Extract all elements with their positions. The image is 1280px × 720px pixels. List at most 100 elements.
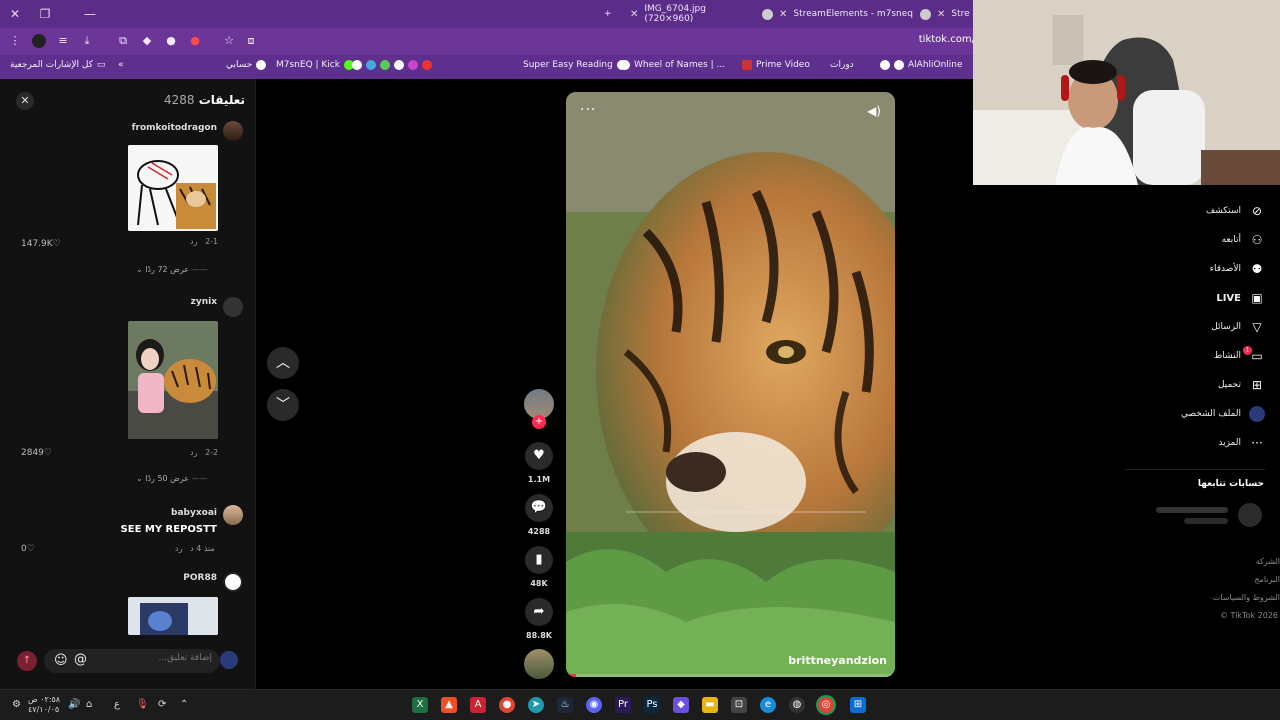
reply-button[interactable]: رد bbox=[190, 448, 197, 457]
extension-icon[interactable] bbox=[32, 34, 46, 48]
comment-username[interactable]: POR88 bbox=[183, 573, 217, 583]
extension-icon[interactable]: ● bbox=[188, 34, 202, 48]
comment-input[interactable] bbox=[112, 653, 212, 663]
music-disc-icon[interactable] bbox=[524, 649, 554, 679]
bookmark-account[interactable]: حسابي bbox=[226, 60, 267, 70]
brave-icon[interactable]: ▲ bbox=[441, 697, 457, 713]
footer-link-company[interactable]: الشركة bbox=[1256, 557, 1280, 566]
bookmark-alahli[interactable]: AlAhliOnline bbox=[880, 60, 963, 70]
next-video-button[interactable]: ﹀ bbox=[267, 389, 299, 421]
nav-explore[interactable]: ⊘ استكشف bbox=[1206, 203, 1265, 219]
volume-icon[interactable]: 🔊 bbox=[68, 699, 80, 710]
comment-username[interactable]: zynix bbox=[191, 297, 217, 307]
menu-dots-icon[interactable]: ⋮ bbox=[8, 34, 22, 48]
nav-messages[interactable]: ▽ الرسائل bbox=[1211, 319, 1265, 335]
star-icon[interactable]: ☆ bbox=[222, 34, 236, 48]
photoshop-icon[interactable]: Ps bbox=[644, 697, 660, 713]
extension-icon[interactable]: ● bbox=[164, 34, 178, 48]
minimize-window-icon[interactable]: — bbox=[75, 0, 105, 28]
video-progress-bar[interactable] bbox=[566, 674, 895, 677]
save-button[interactable]: ▮ bbox=[525, 546, 553, 574]
puzzle-icon[interactable]: ⧉ bbox=[116, 34, 130, 48]
sync-icon[interactable]: ⟳ bbox=[158, 699, 166, 710]
tune-icon[interactable]: ≡ bbox=[56, 34, 70, 48]
nav-friends[interactable]: ⚉ الأصدقاء bbox=[1210, 261, 1265, 277]
tab-close-icon[interactable]: ✕ bbox=[937, 9, 945, 20]
expand-bookmarks-icon[interactable]: « bbox=[118, 60, 124, 70]
video-author[interactable]: brittneyandzion bbox=[788, 654, 887, 667]
bookmark-courses[interactable]: دورات bbox=[830, 60, 854, 70]
share-button[interactable]: ➦ bbox=[525, 598, 553, 626]
file-explorer-icon[interactable]: ▬ bbox=[702, 697, 718, 713]
close-comments-button[interactable]: ✕ bbox=[16, 92, 34, 110]
system-clock[interactable]: ٠٢:٥٨ ص ٤٧/١٠/٠٥ bbox=[28, 695, 60, 715]
tab-image[interactable]: ✕ IMG_6704.jpg (720×960) bbox=[630, 3, 750, 25]
mention-icon[interactable]: @ bbox=[74, 652, 87, 667]
nav-upload[interactable]: ⊞ تحميل bbox=[1218, 377, 1265, 393]
app-icon[interactable]: ◍ bbox=[789, 697, 805, 713]
nav-more[interactable]: ··· المزيد bbox=[1218, 435, 1265, 451]
address-bar[interactable]: tiktok.com/ bbox=[919, 34, 975, 45]
comment-likes[interactable]: 147.9K♡ bbox=[21, 239, 61, 249]
comment-username[interactable]: babyxoai bbox=[171, 508, 217, 518]
tab-streamelements[interactable]: ✕ StreamElements - m7sneq bbox=[762, 3, 922, 25]
avatar[interactable] bbox=[223, 572, 243, 592]
comment-photo-image[interactable] bbox=[128, 597, 218, 635]
windows-start-icon[interactable]: ⊞ bbox=[850, 697, 866, 713]
avatar[interactable] bbox=[223, 297, 243, 317]
nav-live[interactable]: ▣ LIVE bbox=[1216, 290, 1265, 306]
comment-input-box[interactable]: ☺ @ bbox=[44, 649, 220, 673]
edge-icon[interactable]: e bbox=[760, 697, 776, 713]
cast-icon[interactable]: ⧈ bbox=[244, 34, 258, 48]
nav-following[interactable]: ⚇ أتابعه bbox=[1222, 232, 1265, 248]
app-icon[interactable]: ◆ bbox=[673, 697, 689, 713]
nav-profile[interactable]: الملف الشخصي bbox=[1181, 406, 1265, 422]
tab-close-icon[interactable]: ✕ bbox=[779, 9, 787, 20]
follow-button[interactable]: + bbox=[532, 415, 546, 429]
footer-link-program[interactable]: البرنامج bbox=[1254, 575, 1280, 584]
more-options-icon[interactable]: ··· bbox=[580, 102, 596, 118]
store-icon[interactable]: ⊡ bbox=[731, 697, 747, 713]
steam-icon[interactable]: ♨ bbox=[557, 697, 573, 713]
reply-button[interactable]: رد bbox=[175, 544, 182, 553]
discord-icon[interactable]: ◉ bbox=[586, 697, 602, 713]
bookmark-icons[interactable] bbox=[352, 60, 432, 70]
comment-likes[interactable]: 2849♡ bbox=[21, 448, 52, 458]
language-indicator[interactable]: ع bbox=[114, 699, 120, 710]
premiere-icon[interactable]: Pr bbox=[615, 697, 631, 713]
comment-username[interactable]: fromkoitodragon bbox=[132, 123, 217, 133]
bookmark-wheel[interactable]: Wheel of Names | ... bbox=[620, 60, 725, 70]
app-icon[interactable]: A bbox=[470, 697, 486, 713]
send-comment-button[interactable]: ↑ bbox=[17, 651, 37, 671]
view-replies[interactable]: —— عرض 72 ردًا ⌄ bbox=[136, 265, 208, 274]
excel-icon[interactable]: X bbox=[412, 697, 428, 713]
nav-activity[interactable]: ▭ النشاط bbox=[1214, 348, 1265, 364]
footer-link-terms[interactable]: الشروط والسياسات bbox=[1213, 593, 1280, 602]
user-avatar[interactable] bbox=[220, 651, 238, 669]
extension-icon[interactable]: ◆ bbox=[140, 34, 154, 48]
previous-video-button[interactable]: ︿ bbox=[267, 347, 299, 379]
download-icon[interactable]: ⤓ bbox=[80, 34, 94, 48]
avatar[interactable] bbox=[223, 121, 243, 141]
new-tab-button[interactable]: + bbox=[604, 3, 612, 25]
tab-stream[interactable]: ✕ Stre bbox=[920, 3, 970, 25]
network-icon[interactable]: ⌂ bbox=[86, 699, 92, 710]
settings-icon[interactable]: ⚙ bbox=[12, 699, 21, 710]
view-replies[interactable]: —— عرض 50 ردًا ⌄ bbox=[136, 474, 208, 483]
restore-window-icon[interactable]: ❐ bbox=[30, 0, 60, 28]
like-button[interactable]: ♥ bbox=[525, 442, 553, 470]
video-player[interactable]: ··· ◀) brittneyandzion bbox=[566, 92, 895, 677]
bookmark-reading[interactable]: Super Easy Reading bbox=[523, 60, 627, 70]
comment-likes[interactable]: 0♡ bbox=[21, 544, 35, 554]
tab-close-icon[interactable]: ✕ bbox=[630, 9, 638, 20]
bookmark-all[interactable]: كل الإشارات المرجعية ▭ bbox=[10, 60, 105, 70]
emoji-icon[interactable]: ☺ bbox=[54, 653, 68, 668]
tray-expand-icon[interactable]: ⌃ bbox=[180, 699, 188, 710]
close-window-icon[interactable]: ✕ bbox=[0, 0, 30, 28]
bookmark-prime[interactable]: Prime Video bbox=[742, 60, 810, 70]
reply-button[interactable]: رد bbox=[190, 237, 197, 246]
telegram-icon[interactable]: ➤ bbox=[528, 697, 544, 713]
comment-sticker-image[interactable] bbox=[128, 145, 218, 231]
comment-photo-image[interactable] bbox=[128, 321, 218, 439]
bookmark-kick[interactable]: M7snEQ | Kick bbox=[276, 60, 354, 70]
